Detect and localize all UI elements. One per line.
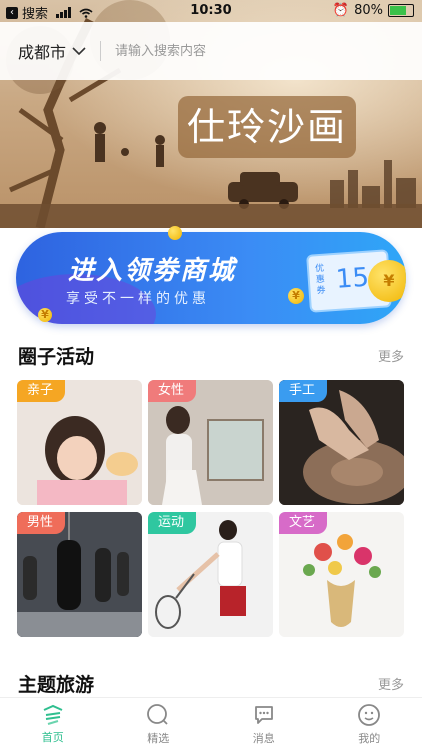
- circle-card-sports[interactable]: 运动: [148, 512, 273, 637]
- more-link[interactable]: 更多: [378, 346, 404, 365]
- category-tag: 运动: [148, 512, 196, 534]
- tab-label: 首页: [42, 729, 64, 745]
- circle-card-women[interactable]: 女性: [148, 380, 273, 505]
- category-tag: 手工: [279, 380, 327, 402]
- tab-label: 消息: [253, 730, 275, 746]
- category-tag: 女性: [148, 380, 196, 402]
- coin-icon: [168, 226, 182, 240]
- circle-card-arts[interactable]: 文艺: [279, 512, 404, 637]
- circle-grid: 亲子 女性 手工 男性: [17, 380, 405, 637]
- coupon-banner-title: 进入领劵商城: [68, 250, 236, 287]
- battery-percent: 80%: [354, 3, 383, 18]
- chevron-down-icon: [72, 46, 86, 56]
- travel-section-header: 主题旅游 更多: [18, 670, 404, 697]
- category-tag: 男性: [17, 512, 65, 534]
- section-title: 圈子活动: [18, 342, 94, 369]
- tab-label: 精选: [147, 730, 169, 746]
- battery-icon: [388, 4, 414, 17]
- tab-profile[interactable]: 我的: [317, 698, 422, 751]
- coupon-banner-subtitle: 享受不一样的优惠: [66, 288, 210, 308]
- status-bar: ‹ 搜索 10:30 ⏰ 80%: [0, 0, 422, 22]
- tab-featured[interactable]: 精选: [106, 698, 212, 751]
- category-tag: 文艺: [279, 512, 327, 534]
- city-label: 成都市: [18, 39, 66, 63]
- header-divider: [100, 41, 101, 61]
- section-title: 主题旅游: [18, 670, 94, 697]
- coin-icon: ¥: [368, 260, 406, 302]
- tab-messages[interactable]: 消息: [211, 698, 317, 751]
- ticket-value: 15: [335, 263, 370, 295]
- circle-section-header: 圈子活动 更多: [18, 342, 404, 369]
- search-header: 成都市: [0, 22, 422, 80]
- ticket-label: 优惠券: [315, 264, 327, 298]
- category-tag: 亲子: [17, 380, 65, 402]
- hero-title: 仕玲沙画: [178, 96, 356, 158]
- circle-card-parent-child[interactable]: 亲子: [17, 380, 142, 505]
- tab-label: 我的: [358, 730, 380, 746]
- more-link[interactable]: 更多: [378, 674, 404, 693]
- circle-card-handcraft[interactable]: 手工: [279, 380, 404, 505]
- message-icon: [252, 703, 276, 727]
- city-selector[interactable]: 成都市: [18, 39, 86, 63]
- home-icon: [41, 704, 65, 726]
- coin-icon: ¥: [288, 288, 304, 304]
- coupon-mall-banner[interactable]: 进入领劵商城 享受不一样的优惠 优惠券 15 ¥: [16, 232, 406, 324]
- circle-card-men[interactable]: 男性: [17, 512, 142, 637]
- tab-home[interactable]: 首页: [0, 698, 106, 751]
- search-circle-icon: [146, 703, 170, 727]
- alarm-icon: ⏰: [333, 3, 349, 18]
- profile-icon: [357, 703, 381, 727]
- coin-icon: ¥: [38, 308, 52, 322]
- search-input[interactable]: [113, 43, 377, 60]
- bottom-tab-bar: 首页 精选 消息 我的: [0, 697, 422, 751]
